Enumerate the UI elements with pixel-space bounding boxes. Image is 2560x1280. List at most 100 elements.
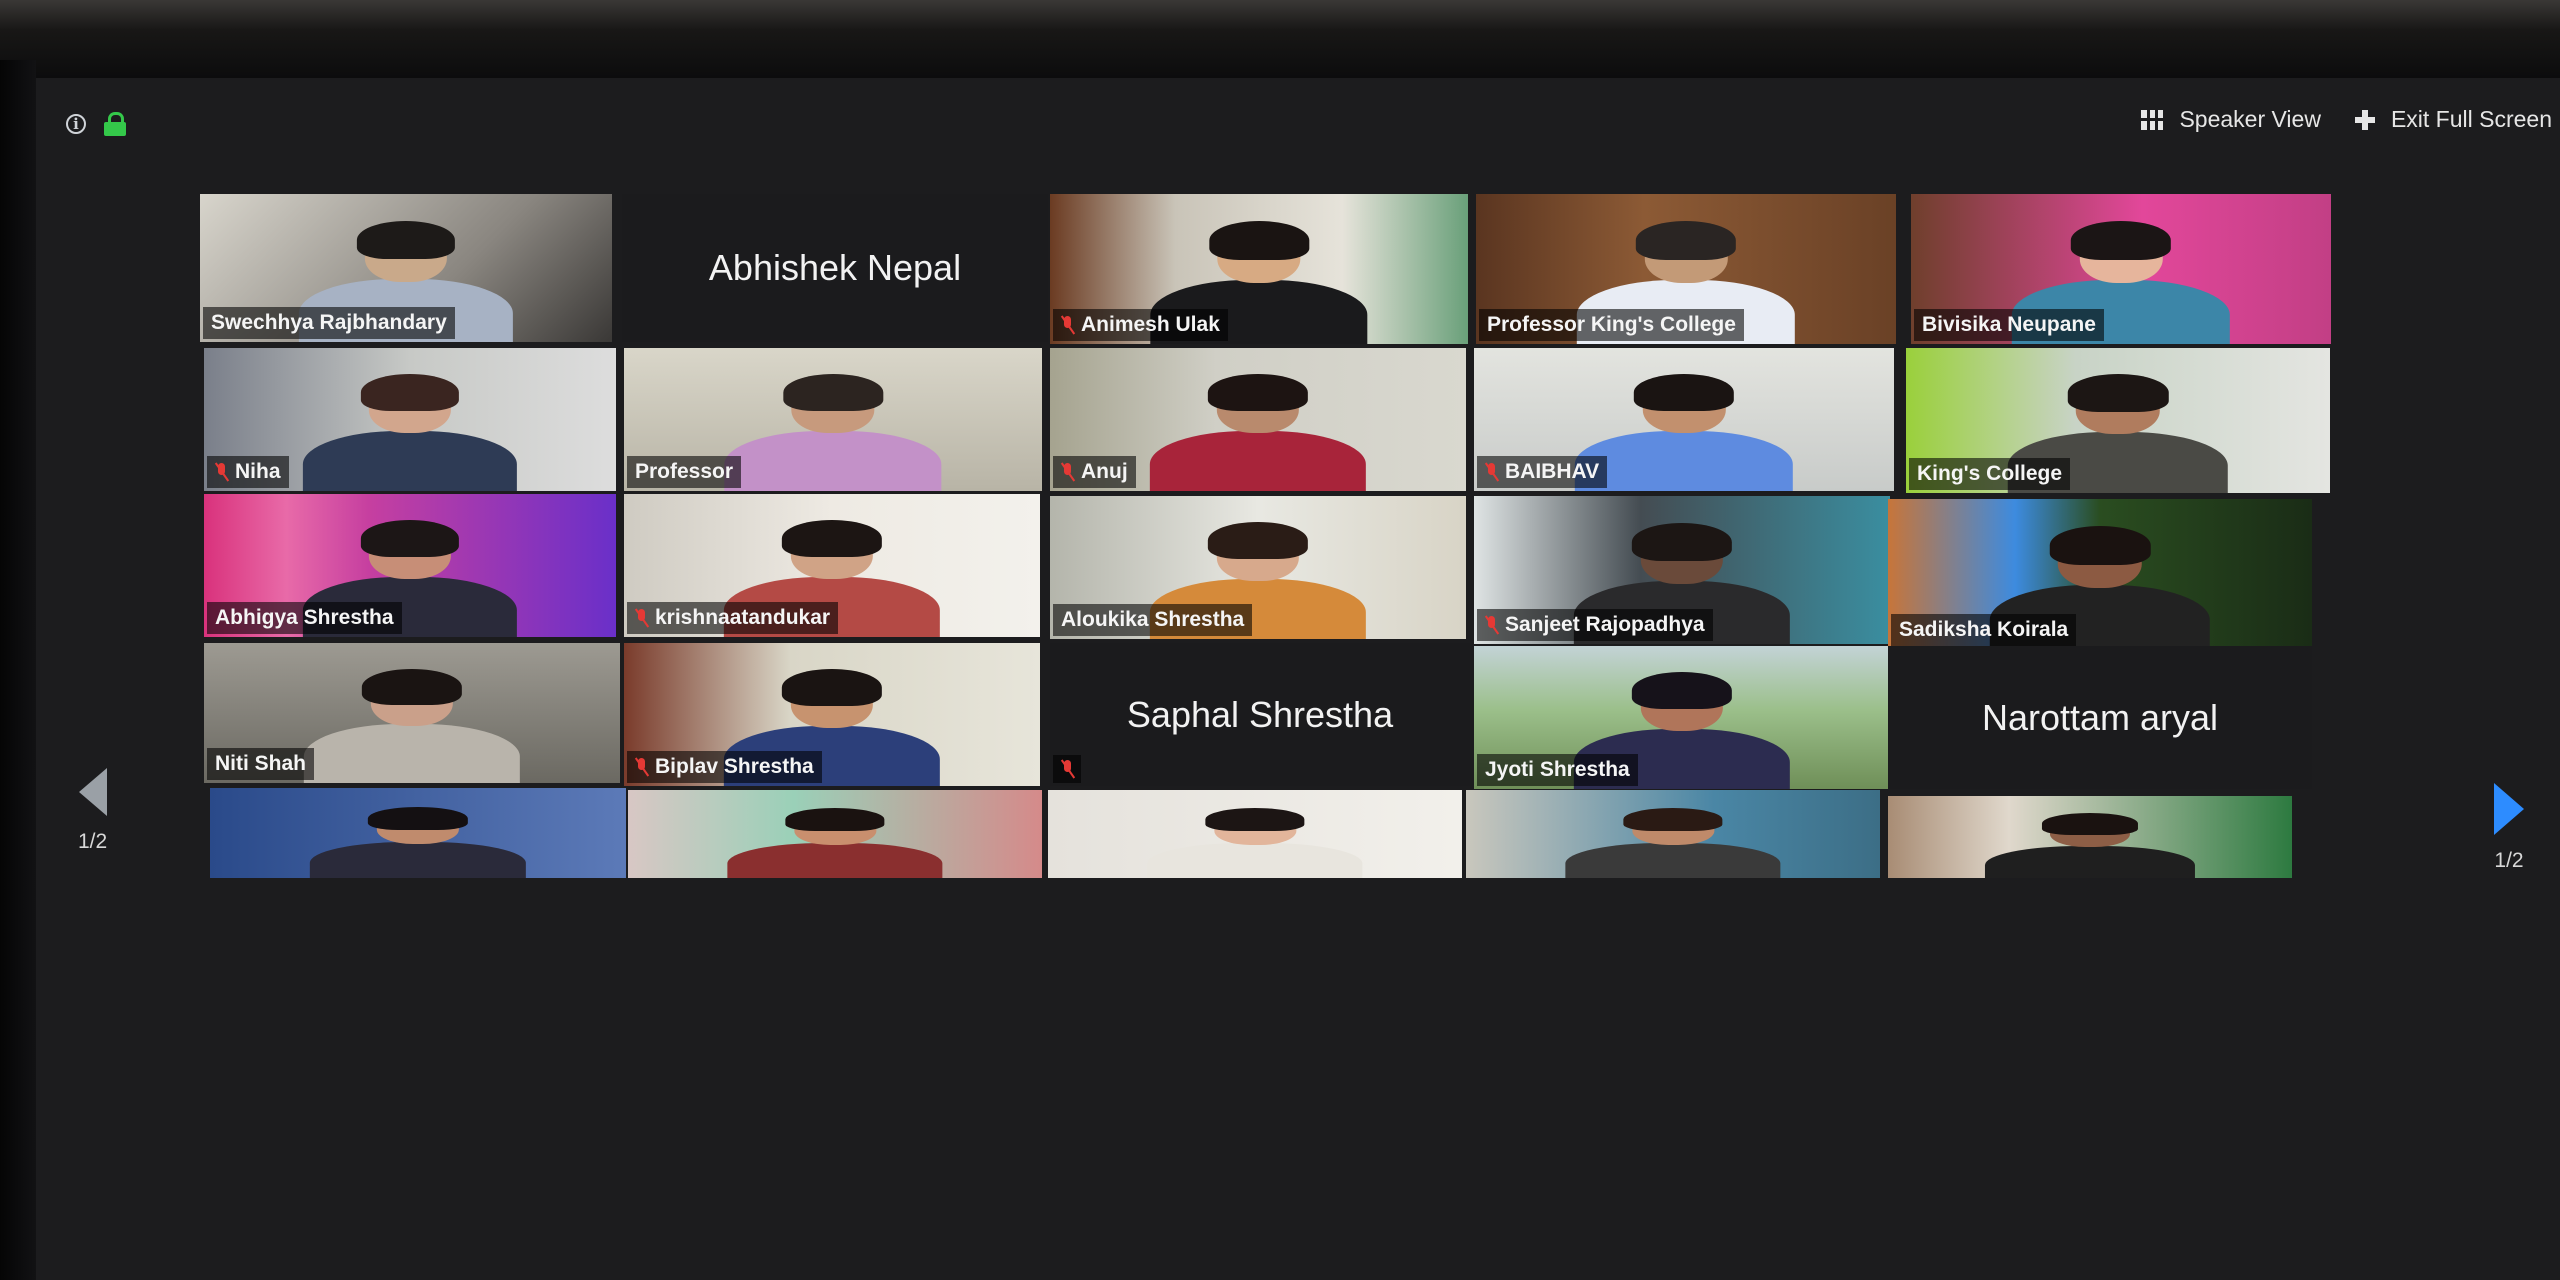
participant-name: Niha	[235, 460, 281, 483]
participant-name-label: Animesh Ulak	[1053, 309, 1228, 341]
participant-name: Jyoti Shrestha	[1485, 758, 1630, 781]
arrow-right-icon	[2494, 783, 2524, 835]
microphone-muted-icon	[215, 462, 227, 482]
participant-tile[interactable]: Niha	[204, 348, 616, 491]
participant-name-label: Bivisika Neupane	[1914, 309, 2104, 341]
participant-name-label: BAIBHAV	[1477, 456, 1608, 488]
participant-video-silhouette	[1574, 374, 1794, 491]
microphone-muted-icon	[1061, 759, 1073, 779]
participant-name-label: Swechhya Rajbhandary	[203, 307, 455, 339]
participant-name: Swechhya Rajbhandary	[211, 311, 447, 334]
participant-name-label: Abhigya Shrestha	[207, 602, 402, 634]
participant-tile[interactable]: Sanjeet Rajopadhya	[1474, 496, 1890, 644]
participant-tile[interactable]: Niti Shah	[204, 643, 620, 783]
participant-tile[interactable]: Biplav Shrestha	[624, 643, 1040, 786]
participant-name: Anuj	[1081, 460, 1128, 483]
participant-tile[interactable]: Jyoti Shrestha	[1474, 646, 1890, 789]
participant-name: BAIBHAV	[1505, 460, 1600, 483]
microphone-muted-icon	[1061, 315, 1073, 335]
participant-video-silhouette	[1147, 808, 1363, 878]
participant-tile[interactable]: Anuj	[1050, 348, 1466, 491]
participant-display-name: Saphal Shrestha	[1126, 693, 1394, 735]
participant-tile[interactable]: Abhishek Nepal	[622, 194, 1048, 342]
view-controls: Speaker View Exit Full Screen	[2141, 106, 2552, 133]
monitor-bezel-left	[0, 60, 36, 1280]
participant-tile[interactable]: Sadiksha Koirala	[1888, 499, 2312, 649]
microphone-muted-icon	[1485, 462, 1497, 482]
info-icon[interactable]: i	[66, 114, 86, 134]
microphone-muted-icon	[1061, 462, 1073, 482]
participant-tile[interactable]: Bivisika Neupane	[1911, 194, 2331, 344]
participant-name: King's College	[1917, 462, 2063, 485]
participant-name: krishnaatandukar	[655, 606, 831, 629]
exit-full-screen-label: Exit Full Screen	[2390, 106, 2552, 132]
participant-name-label: Niti Shah	[207, 748, 315, 780]
microphone-muted-icon	[635, 757, 647, 777]
participant-tile[interactable]: Saphal Shrestha	[1050, 643, 1470, 786]
participant-tile[interactable]: krishnaatandukar	[624, 494, 1040, 637]
page-indicator-right: 1/2	[2494, 849, 2524, 872]
participant-tile[interactable]: Animesh Ulak	[1050, 194, 1468, 344]
participant-tile[interactable]: Professor King's College	[1476, 194, 1896, 344]
participant-video-silhouette	[724, 374, 942, 491]
participant-tile[interactable]	[210, 788, 626, 878]
next-page-button[interactable]: 1/2	[2494, 783, 2524, 873]
participant-video-silhouette	[309, 806, 527, 878]
participant-name-label: Jyoti Shrestha	[1477, 754, 1638, 786]
participant-name: Animesh Ulak	[1081, 313, 1220, 336]
participant-display-name: Narottam aryal	[1981, 696, 2219, 738]
participant-tile[interactable]	[1466, 790, 1880, 878]
participant-tile[interactable]: King's College	[1906, 348, 2330, 493]
participant-name-label	[1053, 755, 1081, 783]
arrow-left-icon	[78, 768, 107, 816]
participant-tile[interactable]: Aloukika Shrestha	[1050, 496, 1466, 639]
exit-full-screen-button[interactable]: Exit Full Screen	[2354, 106, 2552, 133]
participant-name: Sadiksha Koirala	[1899, 618, 2069, 641]
participant-name-label: Biplav Shrestha	[627, 751, 822, 783]
participant-name-label: krishnaatandukar	[627, 602, 839, 634]
speaker-view-label: Speaker View	[2179, 106, 2321, 132]
participant-tile[interactable]: Narottam aryal	[1888, 646, 2312, 789]
participant-video-silhouette	[1984, 813, 2196, 878]
participant-video-silhouette	[727, 808, 943, 878]
participant-name: Sanjeet Rajopadhya	[1505, 613, 1705, 636]
grid-icon	[2141, 109, 2164, 130]
lock-icon[interactable]	[104, 112, 126, 136]
participant-name: Professor King's College	[1487, 313, 1736, 336]
participant-tile[interactable]: Professor	[624, 348, 1042, 491]
participant-name-label: Niha	[207, 456, 289, 488]
participant-name: Niti Shah	[215, 752, 307, 775]
microphone-muted-icon	[1485, 615, 1497, 635]
participant-tile[interactable]: Abhigya Shrestha	[204, 494, 616, 637]
participant-tile[interactable]	[628, 790, 1042, 878]
participant-name-label: Anuj	[1053, 456, 1136, 488]
zoom-meeting-window: i Speaker View Exit Full Screen 1/2 1/2 …	[36, 78, 2560, 1280]
participant-name: Aloukika Shrestha	[1061, 608, 1245, 631]
participant-display-name: Abhishek Nepal	[708, 247, 962, 288]
participant-tile[interactable]	[1048, 790, 1462, 878]
participant-video-silhouette	[303, 668, 521, 783]
participant-name-label: Aloukika Shrestha	[1053, 604, 1253, 636]
participant-name-label: Professor	[627, 456, 742, 488]
previous-page-button[interactable]: 1/2	[78, 768, 107, 854]
speaker-view-button[interactable]: Speaker View	[2141, 106, 2321, 133]
participant-name: Professor	[635, 460, 734, 483]
participant-name-label: Sadiksha Koirala	[1891, 614, 2077, 646]
participant-name-label: Professor King's College	[1479, 309, 1744, 341]
meeting-status-icons: i	[66, 112, 126, 136]
participant-name-label: King's College	[1909, 458, 2071, 490]
participant-tile[interactable]: BAIBHAV	[1474, 348, 1894, 491]
participant-tile[interactable]: Swechhya Rajbhandary	[200, 194, 612, 342]
participant-name: Abhigya Shrestha	[215, 606, 394, 629]
participant-video-silhouette	[1149, 374, 1367, 491]
participant-video-silhouette	[302, 374, 518, 491]
participant-name-label: Sanjeet Rajopadhya	[1477, 609, 1713, 641]
monitor-bezel-top	[0, 0, 2560, 78]
microphone-muted-icon	[635, 608, 647, 628]
participant-tile[interactable]	[1888, 796, 2292, 878]
participant-name: Bivisika Neupane	[1922, 313, 2096, 336]
participant-video-silhouette	[1565, 808, 1781, 878]
page-indicator-left: 1/2	[78, 830, 108, 853]
participant-name: Biplav Shrestha	[655, 755, 814, 778]
exit-fullscreen-icon	[2354, 109, 2375, 130]
